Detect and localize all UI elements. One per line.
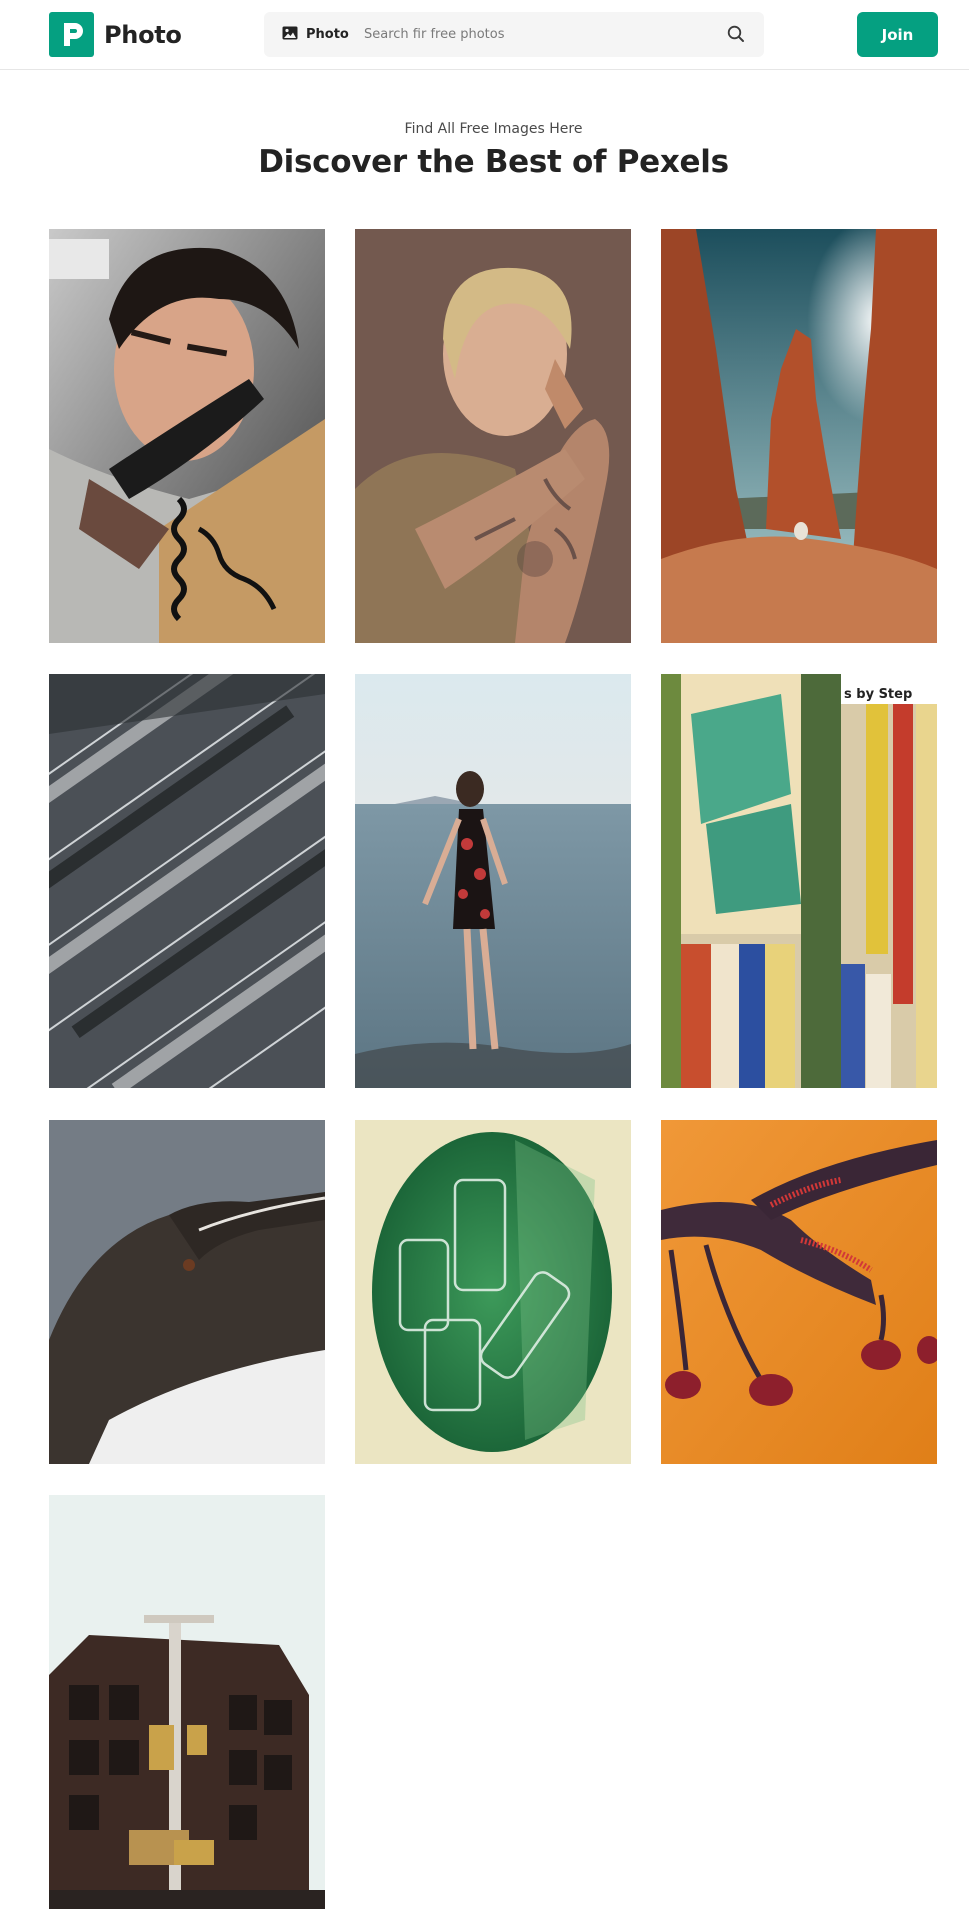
hero-eyebrow: Find All Free Images Here	[404, 121, 583, 137]
top-navigation-bar: Photo Photo Join	[0, 0, 969, 70]
photo-image: s by Step	[661, 674, 937, 1088]
photo-image	[355, 674, 631, 1088]
photo-image	[49, 229, 325, 643]
photo-card-collage[interactable]: s by Step	[661, 674, 937, 1088]
logo-text: Photo	[104, 20, 182, 49]
image-icon	[282, 25, 298, 44]
photo-card-insect[interactable]	[661, 1120, 937, 1464]
photo-image	[49, 1495, 325, 1909]
photo-image	[661, 1120, 937, 1464]
logo-icon	[49, 12, 94, 57]
search-input[interactable]	[364, 20, 704, 49]
search-type-label: Photo	[306, 27, 349, 42]
join-button[interactable]: Join	[857, 12, 938, 57]
photo-card-desert-spire[interactable]	[661, 229, 937, 643]
photo-card-glasses[interactable]	[355, 1120, 631, 1464]
search-icon[interactable]	[726, 24, 746, 44]
photo-image	[355, 229, 631, 643]
photo-card-man-telephone[interactable]	[49, 229, 325, 643]
page-title: Discover the Best of Pexels	[258, 144, 729, 180]
logo[interactable]: Photo	[49, 12, 182, 57]
photo-image	[355, 1120, 631, 1464]
search-bar: Photo	[264, 12, 764, 57]
photo-card-parking-lot[interactable]	[49, 674, 325, 1088]
collage-caption: s by Step	[844, 687, 912, 702]
photo-card-seabird[interactable]	[49, 1120, 325, 1464]
photo-image	[661, 229, 937, 643]
photo-card-city-building[interactable]	[49, 1495, 325, 1909]
photo-image	[49, 1120, 325, 1464]
photo-image	[49, 674, 325, 1088]
photo-card-tattooed-man[interactable]	[355, 229, 631, 643]
photo-card-woman-sea[interactable]	[355, 674, 631, 1088]
search-type-selector[interactable]: Photo	[282, 12, 349, 57]
